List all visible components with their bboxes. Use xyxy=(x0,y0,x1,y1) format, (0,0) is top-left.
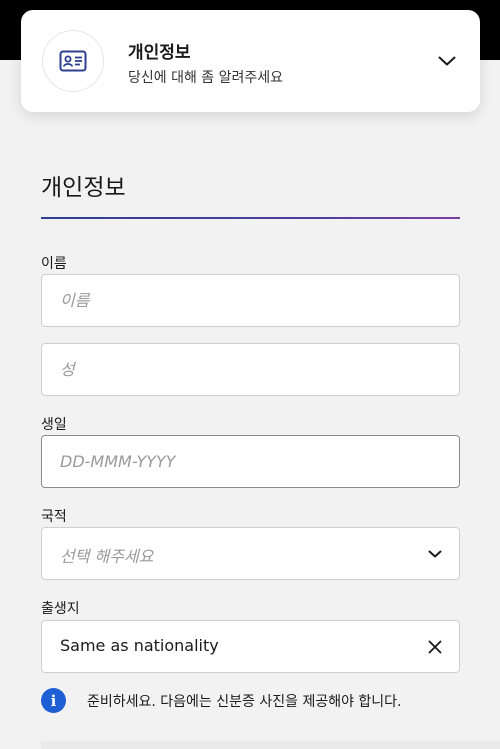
nationality-select[interactable]: 선택 해주세요 xyxy=(41,527,460,580)
birthday-field[interactable] xyxy=(41,435,460,488)
clear-icon[interactable] xyxy=(423,635,447,659)
nationality-label: 국적 xyxy=(41,509,67,525)
birthday-label: 생일 xyxy=(41,417,67,433)
birthplace-select[interactable]: Same as nationality xyxy=(41,620,460,673)
section-title: 개인정보 xyxy=(41,175,126,201)
id-card-icon xyxy=(42,30,104,92)
chevron-down-icon[interactable] xyxy=(434,48,460,74)
section-divider xyxy=(41,217,460,219)
birthday-input[interactable] xyxy=(42,436,459,487)
personal-info-header-card[interactable]: 개인정보 당신에 대해 좀 알려주세요 xyxy=(21,10,480,112)
id-photo-notice: i 준비하세요. 다음에는 신분증 사진을 제공해야 합니다. xyxy=(41,687,461,715)
chevron-down-icon[interactable] xyxy=(423,542,447,566)
name-label: 이름 xyxy=(41,256,67,272)
header-title: 개인정보 xyxy=(128,43,191,63)
birthplace-label: 출생지 xyxy=(41,601,80,617)
first-name-input[interactable] xyxy=(42,275,459,326)
last-name-field[interactable] xyxy=(41,343,460,396)
first-name-field[interactable] xyxy=(41,274,460,327)
last-name-input[interactable] xyxy=(42,344,459,395)
info-icon: i xyxy=(41,688,66,713)
notice-text: 준비하세요. 다음에는 신분증 사진을 제공해야 합니다. xyxy=(87,694,402,710)
header-subtitle: 당신에 대해 좀 알려주세요 xyxy=(128,70,284,86)
bottom-edge xyxy=(41,741,500,749)
nationality-select-placeholder: 선택 해주세요 xyxy=(60,547,154,566)
birthplace-value: Same as nationality xyxy=(60,636,219,655)
